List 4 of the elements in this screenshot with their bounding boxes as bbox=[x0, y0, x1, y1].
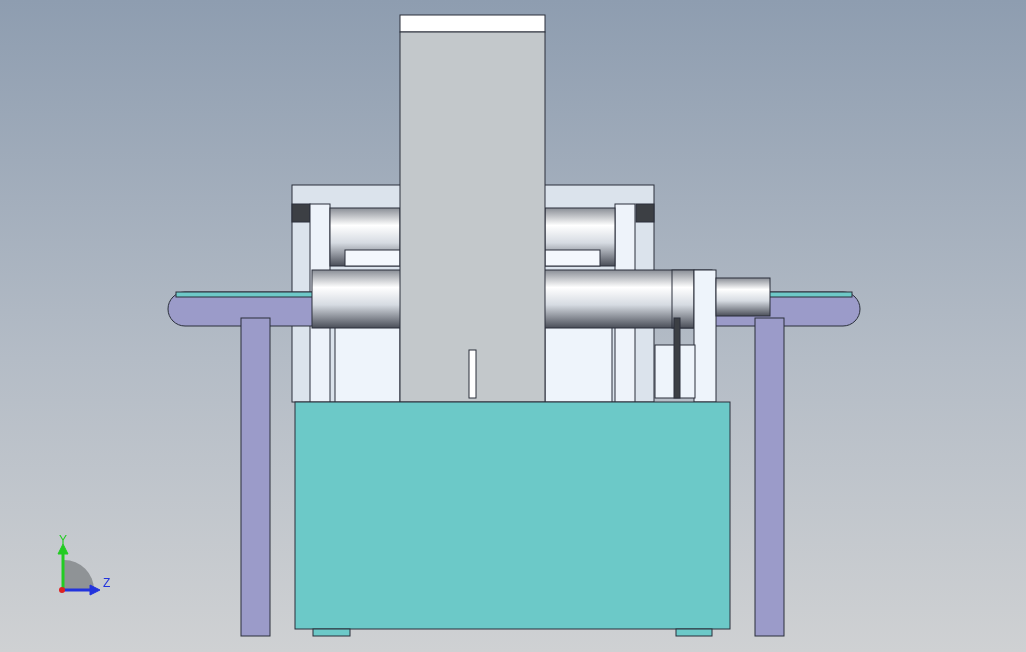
axis-label: Z bbox=[103, 576, 111, 590]
triad-quadrant-icon bbox=[64, 560, 94, 590]
origin-dot-icon bbox=[59, 587, 65, 593]
axis-label: Y bbox=[59, 533, 67, 547]
